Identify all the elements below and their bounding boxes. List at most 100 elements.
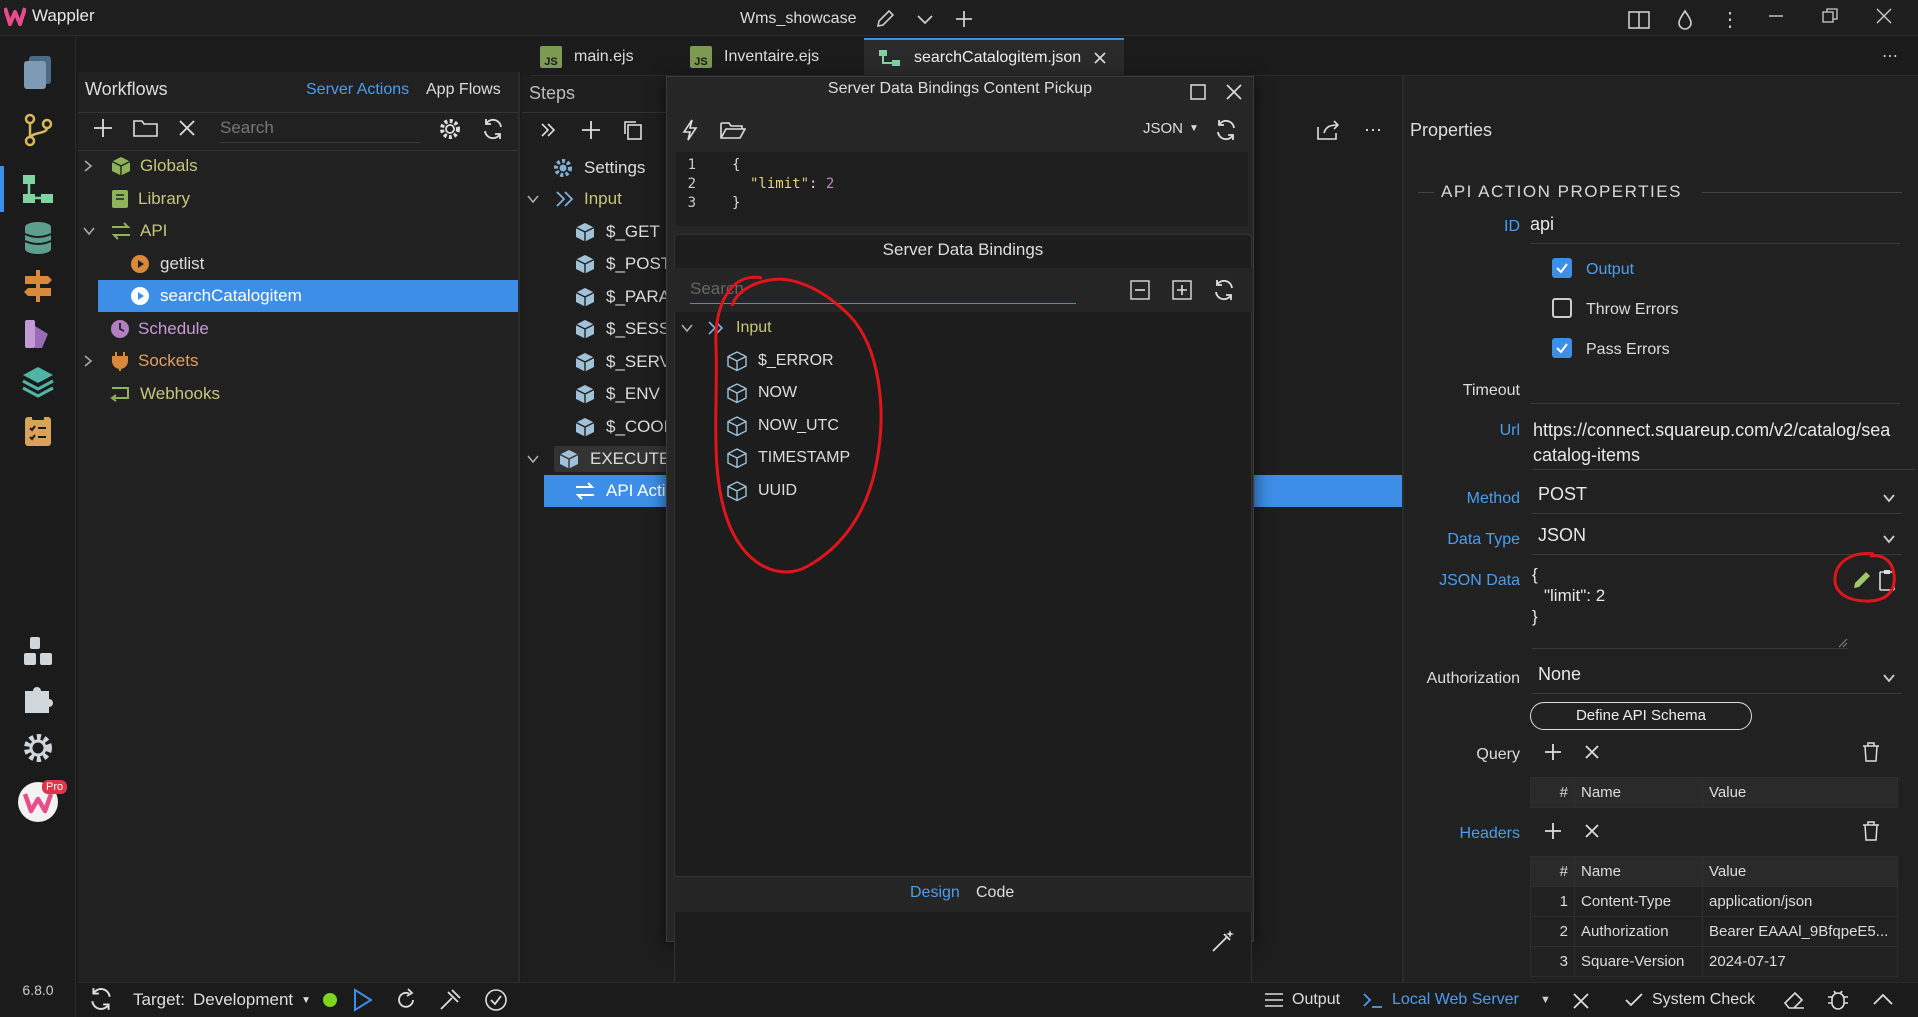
expand-all-icon[interactable]	[538, 120, 558, 140]
close-terminal-icon[interactable]	[1572, 992, 1590, 1010]
check-circle-icon[interactable]	[484, 988, 508, 1012]
magic-wand-icon[interactable]	[1210, 928, 1236, 954]
caret-down-icon[interactable]: ▼	[1540, 994, 1551, 1006]
restore-icon[interactable]	[1822, 8, 1838, 24]
step-cookie[interactable]: $_COOKI	[574, 411, 680, 443]
output-panel-button[interactable]: Output	[1264, 991, 1340, 1009]
pass-errors-checkbox[interactable]	[1552, 338, 1572, 358]
copy-icon[interactable]	[622, 119, 644, 141]
clipboard-icon[interactable]	[14, 406, 62, 454]
tree-item-globals[interactable]: Globals	[82, 150, 198, 182]
tabs-more-icon[interactable]: ⋯	[1882, 46, 1898, 66]
bindings-refresh-icon[interactable]	[1212, 278, 1236, 302]
table-row[interactable]: 1 Content-Type application/json	[1530, 886, 1898, 917]
routing-sign-icon[interactable]	[14, 262, 62, 310]
restart-icon[interactable]	[394, 988, 418, 1012]
tab-main-ejs[interactable]: JS main.ejs	[532, 38, 672, 76]
headers-remove-icon[interactable]	[1584, 823, 1600, 839]
refresh-icon[interactable]	[481, 117, 505, 141]
tab-searchcatalogitem-json[interactable]: searchCatalogitem.json	[864, 38, 1124, 76]
format-select[interactable]: JSON ▼	[1143, 120, 1199, 137]
sync-icon[interactable]	[88, 986, 114, 1012]
url-field[interactable]: https://connect.squareup.com/v2/catalog/…	[1533, 418, 1915, 470]
tree-item-webhooks[interactable]: Webhooks	[82, 378, 220, 410]
more-vertical-icon[interactable]: ⋮	[1720, 7, 1740, 32]
settings-gear-icon[interactable]	[14, 724, 62, 772]
table-row[interactable]: 2 Authorization Bearer EAAAl_9BfqpeE5...	[1530, 916, 1898, 947]
plus-icon[interactable]	[954, 9, 974, 29]
expand-all-box-icon[interactable]	[1172, 280, 1192, 300]
table-row[interactable]: 3 Square-Version 2024-07-17	[1530, 946, 1898, 977]
tree-item-library[interactable]: Library	[82, 183, 190, 215]
system-check-button[interactable]: System Check	[1624, 991, 1755, 1009]
maximize-icon[interactable]	[1190, 84, 1206, 100]
design-icon[interactable]	[14, 310, 62, 358]
settings-icon[interactable]	[438, 117, 462, 141]
project-name[interactable]: Wms_showcase	[740, 10, 856, 28]
step-get[interactable]: $_GET	[574, 216, 660, 248]
tab-server-actions[interactable]: Server Actions	[306, 81, 409, 99]
workflows-icon[interactable]	[14, 165, 62, 213]
tree-item-schedule[interactable]: Schedule	[82, 313, 209, 345]
tree-item-getlist[interactable]: getlist	[82, 248, 204, 280]
auth-select[interactable]: None	[1532, 664, 1902, 694]
lightning-icon[interactable]	[680, 118, 700, 142]
terminal-button[interactable]: Local Web Server	[1362, 991, 1519, 1009]
reload-icon[interactable]	[1214, 118, 1238, 142]
workflows-search-input[interactable]: Search	[220, 115, 420, 143]
add-icon[interactable]	[92, 117, 114, 139]
method-select[interactable]: POST	[1532, 484, 1902, 514]
extensions-icon[interactable]	[14, 628, 62, 676]
add-step-icon[interactable]	[580, 119, 602, 141]
tree-item-sockets[interactable]: Sockets	[82, 345, 198, 377]
tab-inventaire-ejs[interactable]: JS Inventaire.ejs	[682, 38, 852, 76]
output-checkbox[interactable]	[1552, 258, 1572, 278]
tab-app-flows[interactable]: App Flows	[426, 81, 501, 99]
puzzle-icon[interactable]	[14, 676, 62, 724]
pencil-icon[interactable]	[874, 8, 896, 30]
target-selector[interactable]: Target: Development ▼	[133, 990, 338, 1010]
bug-icon[interactable]	[1826, 987, 1850, 1013]
tree-item-searchcatalogitem[interactable]: searchCatalogitem	[82, 280, 302, 312]
tab-close-icon[interactable]	[1093, 51, 1107, 65]
query-add-icon[interactable]	[1543, 742, 1563, 762]
share-icon[interactable]	[1316, 119, 1342, 141]
chevron-down-icon[interactable]	[914, 8, 936, 30]
close-window-icon[interactable]	[1876, 8, 1892, 24]
step-settings[interactable]: Settings	[552, 152, 645, 184]
step-env[interactable]: $_ENV	[574, 378, 660, 410]
theme-drop-icon[interactable]	[1676, 9, 1694, 31]
timeout-field[interactable]	[1530, 376, 1900, 404]
headers-trash-icon[interactable]	[1862, 820, 1880, 842]
jsondata-textarea[interactable]: { "limit": 2 }	[1532, 564, 1848, 648]
tab-design[interactable]: Design	[910, 884, 960, 902]
dialog-close-icon[interactable]	[1226, 84, 1242, 100]
open-folder-icon[interactable]	[720, 120, 746, 140]
tree-item-api[interactable]: API	[82, 215, 167, 247]
id-field[interactable]: api	[1530, 214, 1900, 244]
code-editor[interactable]: 1 { 2 "limit": 2 3}	[676, 152, 1248, 226]
eraser-icon[interactable]	[1782, 988, 1806, 1012]
query-remove-icon[interactable]	[1584, 744, 1600, 760]
steps-more-icon[interactable]: ⋯	[1364, 120, 1382, 141]
step-post[interactable]: $_POST	[574, 248, 671, 280]
minimize-icon[interactable]	[1768, 8, 1784, 24]
resize-grip-icon[interactable]	[1838, 638, 1848, 648]
chevron-up-icon[interactable]	[1872, 992, 1894, 1008]
step-input[interactable]: Input	[526, 183, 622, 215]
define-schema-button[interactable]: Define API Schema	[1530, 702, 1752, 730]
collapse-all-icon[interactable]	[1130, 280, 1150, 300]
git-icon[interactable]	[14, 106, 62, 154]
run-play-icon[interactable]	[352, 988, 374, 1012]
pages-icon[interactable]	[14, 48, 62, 96]
tab-code[interactable]: Code	[976, 884, 1014, 902]
step-api-action[interactable]: API Actio	[574, 475, 675, 507]
query-trash-icon[interactable]	[1862, 741, 1880, 763]
folder-icon[interactable]	[133, 118, 159, 138]
throw-errors-checkbox[interactable]	[1552, 298, 1572, 318]
layout-icon[interactable]	[1628, 10, 1650, 30]
database-icon[interactable]	[14, 214, 62, 262]
build-tools-icon[interactable]	[438, 988, 464, 1012]
headers-add-icon[interactable]	[1543, 821, 1563, 841]
step-execute[interactable]: EXECUTE	[526, 443, 679, 475]
